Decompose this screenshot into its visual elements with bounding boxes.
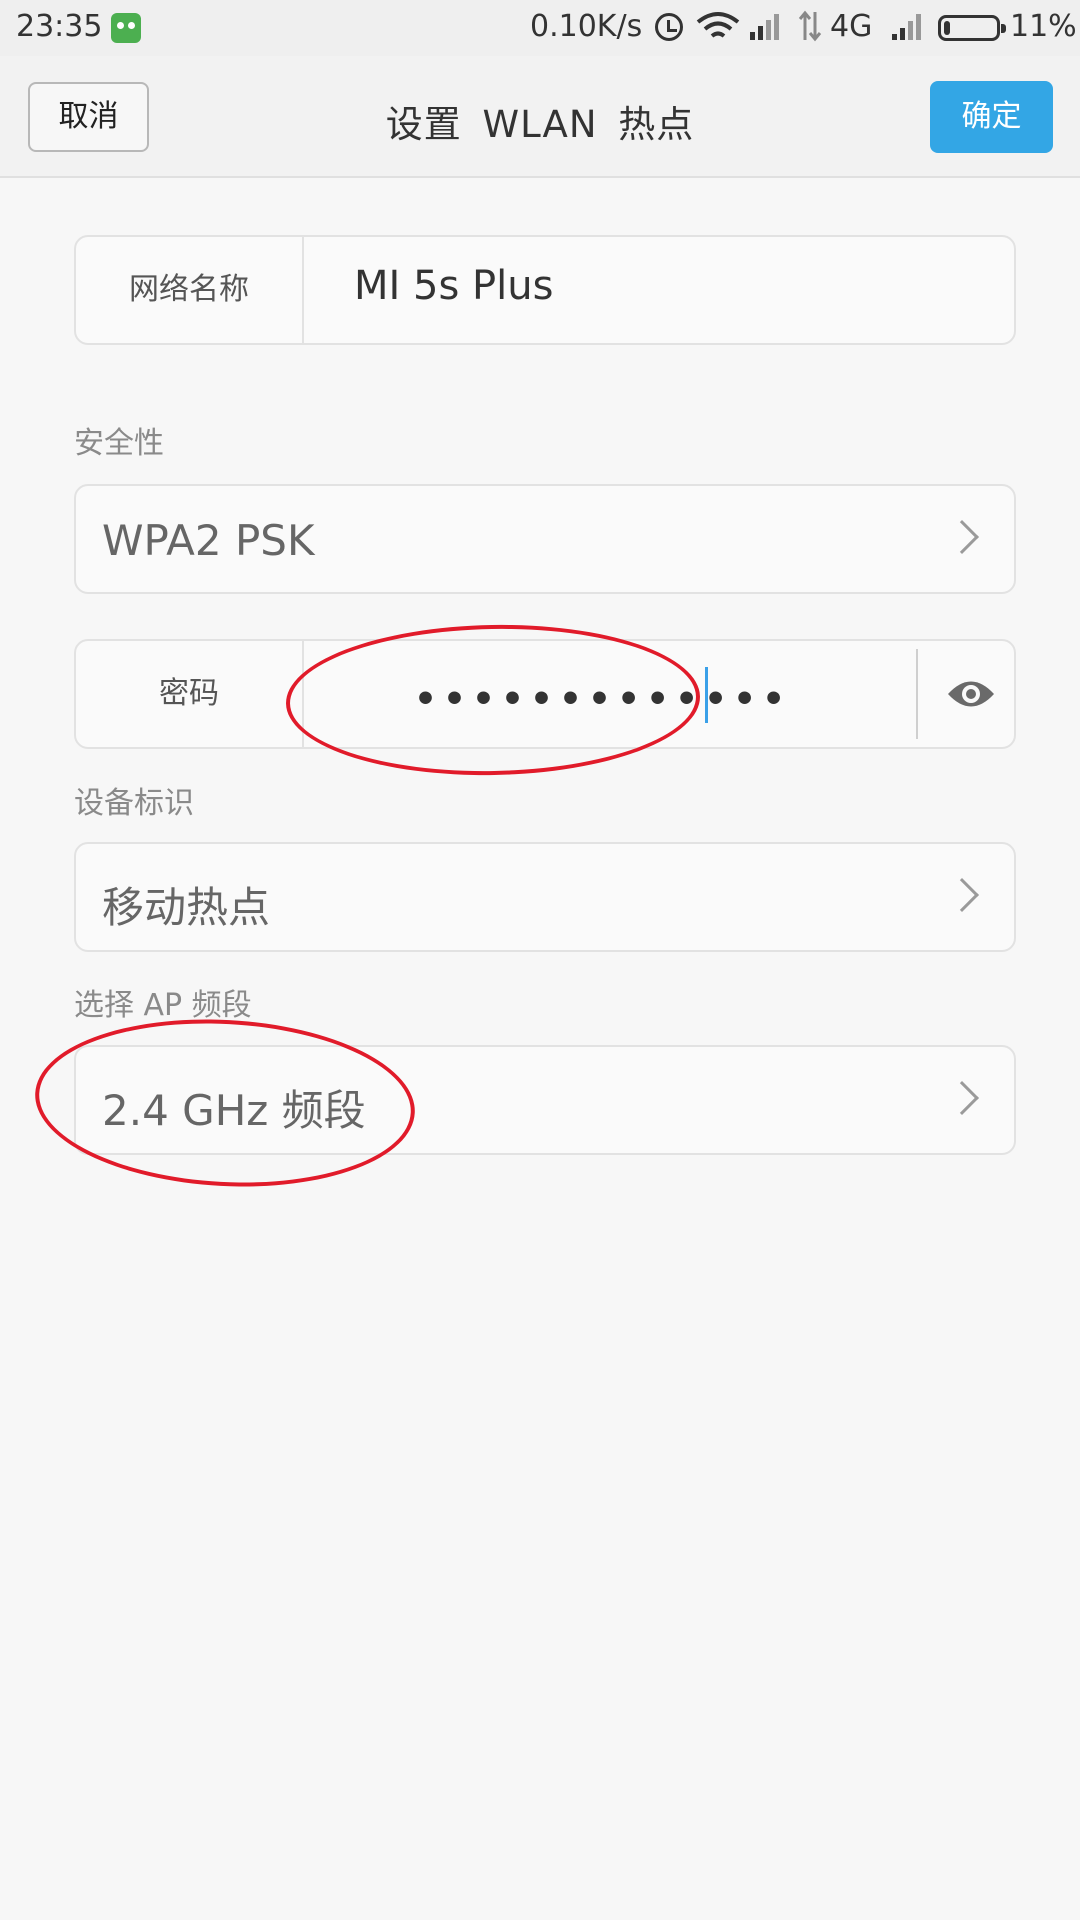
- data-arrows-icon: [798, 10, 822, 42]
- hd-signal-icon: [750, 14, 779, 40]
- battery-percent: 11%: [1010, 9, 1077, 44]
- security-selector[interactable]: WPA2 PSK: [74, 484, 1016, 594]
- device-id-section-label: 设备标识: [74, 786, 194, 821]
- security-section-label: 安全性: [74, 426, 164, 461]
- chevron-right-icon: [945, 520, 979, 554]
- network-name-field[interactable]: 网络名称 MI 5s Plus: [74, 235, 1016, 345]
- text-cursor: [705, 667, 708, 723]
- status-time: 23:35: [16, 9, 103, 44]
- divider: [916, 649, 918, 739]
- ap-band-value: 2.4 GHz 频段: [102, 1086, 366, 1135]
- battery-icon: [938, 15, 1006, 41]
- password-field[interactable]: 密码 •••••••••••••: [74, 639, 1016, 749]
- ap-band-selector[interactable]: 2.4 GHz 频段: [74, 1045, 1016, 1155]
- wifi-icon: [696, 12, 740, 38]
- ap-band-section-label: 选择 AP 频段: [74, 988, 252, 1023]
- alarm-icon: [655, 13, 683, 41]
- eye-icon[interactable]: [946, 675, 996, 713]
- device-id-selector[interactable]: 移动热点: [74, 842, 1016, 952]
- chevron-right-icon: [945, 1081, 979, 1115]
- page-title: 设置 WLAN 热点: [385, 103, 695, 146]
- security-value: WPA2 PSK: [102, 516, 315, 565]
- status-bar: 23:35 0.10K/s 4G 11%: [0, 0, 1080, 56]
- device-id-value: 移动热点: [102, 883, 271, 932]
- title-bar: 取消 设置 WLAN 热点 确定: [0, 56, 1080, 178]
- signal-icon: [892, 14, 921, 40]
- network-name-label: 网络名称: [76, 237, 304, 343]
- app-icon: [111, 13, 141, 43]
- net-speed: 0.10K/s: [530, 9, 643, 44]
- password-input[interactable]: •••••••••••••: [414, 679, 791, 720]
- confirm-button[interactable]: 确定: [930, 81, 1053, 153]
- chevron-right-icon: [945, 878, 979, 912]
- password-label: 密码: [76, 641, 304, 747]
- network-type: 4G: [830, 9, 873, 44]
- network-name-input[interactable]: MI 5s Plus: [354, 263, 553, 309]
